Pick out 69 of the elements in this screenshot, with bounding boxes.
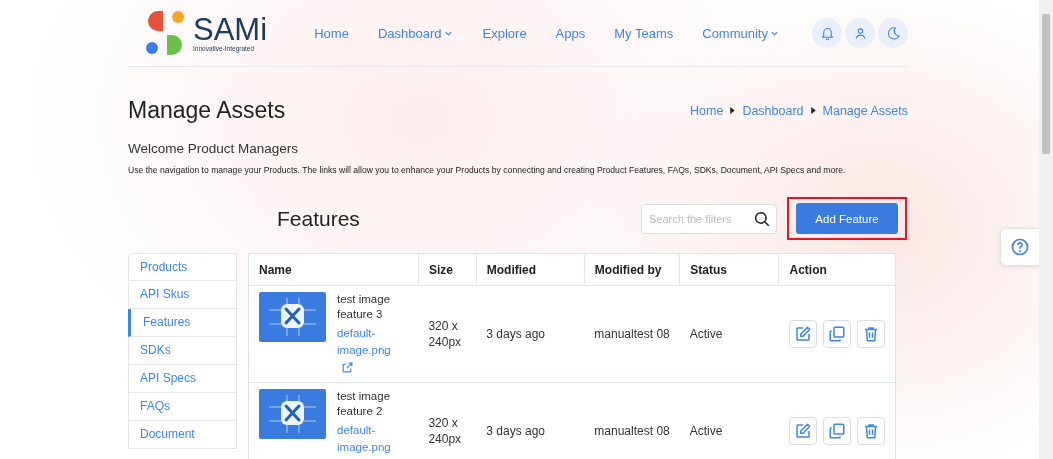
table-cell: manualtest 08	[594, 327, 670, 341]
table-cell: 3 days ago	[486, 327, 545, 341]
table-cell: 3 days ago	[486, 424, 545, 438]
feature-thumbnail	[259, 389, 326, 439]
scrollbar[interactable]	[1039, 0, 1053, 459]
logo-mark-icon	[145, 11, 187, 55]
column-header: Modified	[476, 253, 585, 286]
feature-name: test image feature 3	[337, 292, 392, 322]
breadcrumb-separator-icon	[808, 106, 818, 115]
search-field[interactable]: Search the filters	[641, 203, 777, 234]
nav-link[interactable]: My Teams	[614, 19, 674, 47]
sidebar-item[interactable]: Products	[128, 253, 237, 281]
help-icon	[1010, 237, 1030, 257]
sidebar-item[interactable]: Features	[128, 309, 237, 337]
nav-link[interactable]: Dashboard	[377, 19, 454, 47]
column-header: Status	[679, 253, 779, 286]
page-title: Manage Assets	[128, 97, 286, 124]
delete-button[interactable]	[857, 417, 885, 445]
help-button[interactable]	[1000, 228, 1040, 266]
sidebar-item[interactable]: API Skus	[128, 281, 237, 309]
search-icon	[753, 209, 771, 228]
table-cell-text: 320 x 240px	[428, 415, 463, 447]
copy-icon	[828, 422, 846, 440]
profile-button[interactable]	[845, 18, 875, 48]
trash-icon	[862, 422, 880, 440]
external-link-icon	[341, 361, 354, 375]
feature-thumbnail	[259, 292, 326, 342]
theme-toggle-button[interactable]	[878, 18, 908, 48]
sidebar-item[interactable]: Document	[128, 421, 237, 449]
logo-text: SAMi	[193, 12, 268, 47]
breadcrumb-link[interactable]: Manage Assets	[822, 103, 908, 118]
column-header: Name	[248, 253, 419, 286]
table-cell-text: 320 x 240px	[428, 318, 463, 350]
add-feature-button[interactable]: Add Feature	[796, 203, 898, 234]
nav-link[interactable]: Explore	[482, 19, 527, 47]
breadcrumb-separator-icon	[728, 106, 738, 115]
intro-text: Use the navigation to manage your Products. The links will allow you to enhance your Products by connecting and creating Product Features, FAQs, SDKs, Document, API Specs and more.	[128, 165, 847, 175]
feature-name: test image feature 2	[337, 389, 392, 419]
scrollbar-thumb[interactable]	[1042, 14, 1050, 154]
welcome-heading: Welcome Product Managers	[128, 141, 300, 156]
bell-icon	[819, 25, 835, 41]
sidebar-item[interactable]: API Specs	[128, 365, 237, 393]
edit-button[interactable]	[789, 320, 817, 348]
file-link[interactable]: default-image.png	[337, 422, 407, 459]
column-header: Size	[418, 253, 477, 286]
edit-icon	[794, 325, 812, 343]
nav-link[interactable]: Apps	[555, 19, 586, 47]
nav-link[interactable]: Community	[702, 19, 780, 47]
sidebar-item[interactable]: FAQs	[128, 393, 237, 421]
breadcrumb-link[interactable]: Dashboard	[742, 103, 804, 118]
sidebar-item[interactable]: SDKs	[128, 337, 237, 365]
edit-icon	[794, 422, 812, 440]
table-cell: manualtest 08	[594, 424, 670, 438]
breadcrumb-link[interactable]: Home	[690, 103, 724, 118]
trash-icon	[862, 325, 880, 343]
table-cell: Active	[689, 327, 723, 341]
section-title: Features	[277, 206, 360, 231]
edit-button[interactable]	[789, 417, 817, 445]
copy-button[interactable]	[823, 320, 851, 348]
delete-button[interactable]	[857, 320, 885, 348]
table-cell: Active	[689, 424, 723, 438]
column-header: Modified by	[584, 253, 680, 286]
nav-link[interactable]: Home	[314, 19, 349, 47]
copy-button[interactable]	[823, 417, 851, 445]
file-link[interactable]: default-image.png	[337, 325, 407, 376]
moon-icon	[885, 25, 901, 41]
column-header: Action	[779, 253, 896, 286]
notification-button[interactable]	[812, 18, 842, 48]
copy-icon	[828, 325, 846, 343]
